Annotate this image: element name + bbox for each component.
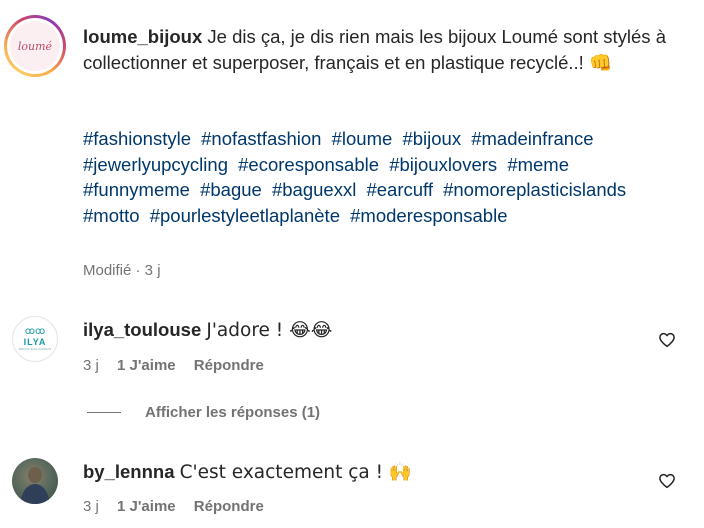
hashtag-link[interactable]: #nomoreplasticislands [443,179,626,200]
hashtag-link[interactable]: #bijoux [402,128,461,149]
hashtag-link[interactable]: #bijouxlovers [389,154,497,175]
post-avatar[interactable]: loumé [4,15,66,77]
hashtag-link[interactable]: #earcuff [366,179,433,200]
comment-meta: 3 j 1 J'aime Répondre [83,498,264,515]
comment-time: 3 j [83,357,99,374]
hashtag-link[interactable]: #meme [507,154,569,175]
heart-icon[interactable] [658,331,676,349]
commenter-avatar[interactable]: ꝏꝏ ILYA BIJOUX ÉCO-CONÇUS [12,316,58,362]
hashtag-link[interactable]: #moderesponsable [350,205,507,226]
loume-logo: loumé [10,21,60,71]
heart-icon[interactable] [658,472,676,490]
commenter-avatar[interactable] [12,458,58,504]
comment-username[interactable]: by_lennna [83,461,175,482]
comment-body: by_lennna C'est exactement ça ! 🙌 [83,461,412,483]
view-replies-label: Afficher les réponses (1) [145,404,321,421]
hashtag-link[interactable]: #fashionstyle [83,128,191,149]
hashtag-link[interactable]: #motto [83,205,140,226]
view-replies-button[interactable]: Afficher les réponses (1) [87,404,320,421]
person-photo [20,467,50,504]
hashtag-link[interactable]: #loume [332,128,393,149]
comment-likes[interactable]: 1 J'aime [117,498,176,515]
hashtag-link[interactable]: #funnymeme [83,179,190,200]
hashtag-link[interactable]: #baguexxl [272,179,356,200]
hashtag-link[interactable]: #bague [200,179,262,200]
comment-username[interactable]: ilya_toulouse [83,319,201,340]
divider-line [87,412,121,413]
post-meta: Modifié · 3 j [83,262,161,279]
ilya-logo-subtitle: BIJOUX ÉCO-CONÇUS [18,347,52,351]
comment-meta: 3 j 1 J'aime Répondre [83,357,264,374]
hashtag-link[interactable]: #ecoresponsable [238,154,379,175]
post-username[interactable]: loume_bijoux [83,26,202,47]
comment-text: J'adore ! 😂😂 [206,320,333,341]
comment-body: ilya_toulouse J'adore ! 😂😂 [83,319,332,341]
hashtag-link[interactable]: #jewerlyupcycling [83,154,228,175]
reply-button[interactable]: Répondre [194,498,264,515]
comment-likes[interactable]: 1 J'aime [117,357,176,374]
hashtag-link[interactable]: #madeinfrance [471,128,593,149]
hashtag-link[interactable]: #nofastfashion [201,128,321,149]
ilya-logo-text: ILYA [23,337,47,347]
hashtag-link[interactable]: #pourlestyleetlaplanète [150,205,340,226]
reply-button[interactable]: Répondre [194,357,264,374]
comment-time: 3 j [83,498,99,515]
ilya-logo-icon: ꝏꝏ [24,326,46,337]
hashtags: #fashionstyle #nofastfashion #loume #bij… [83,126,683,228]
story-ring: loumé [7,18,63,74]
post-caption: loume_bijoux Je dis ça, je dis rien mais… [83,24,683,75]
comment-text: C'est exactement ça ! 🙌 [179,462,412,483]
